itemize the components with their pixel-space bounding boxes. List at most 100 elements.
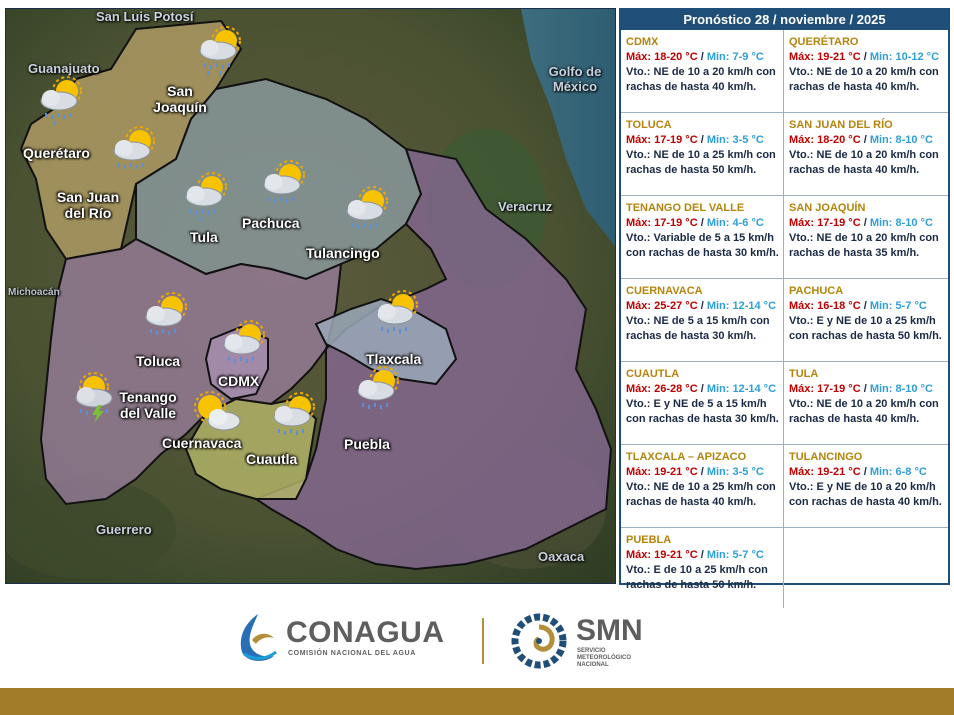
conagua-wordmark: CONAGUA bbox=[286, 616, 445, 649]
city-queretaro: Querétaro bbox=[23, 145, 90, 161]
temp-separator: / bbox=[860, 383, 870, 395]
forecast-wind: Vto.: NE de 10 a 20 km/h con rachas de h… bbox=[789, 398, 939, 425]
cloud-sun-rain-icon bbox=[376, 290, 418, 333]
forecast-panel: Pronóstico 28 / noviembre / 2025 CDMX Máx… bbox=[619, 8, 950, 608]
forecast-min-temp: Min: 5-7 °C bbox=[706, 549, 764, 561]
smn-subtitle: SERVICIO METEOROLÓGICO NACIONAL bbox=[577, 648, 631, 668]
forecast-city-name: SAN JOAQUÍN bbox=[789, 202, 866, 214]
forecast-wind: Vto.: NE de 5 a 15 km/h con rachas de ha… bbox=[626, 315, 770, 342]
forecast-max-temp: Máx: 17-19 °C bbox=[789, 383, 861, 395]
forecast-cell: QUERÉTARO Máx: 19-21 °C / Min: 10-12 °C Vt… bbox=[784, 30, 947, 112]
forecast-max-temp: Máx: 19-21 °C bbox=[789, 466, 861, 478]
forecast-city-name: TOLUCA bbox=[626, 119, 672, 131]
forecast-grid: CDMX Máx: 18-20 °C / Min: 7-9 °C Vto.: NE … bbox=[621, 30, 948, 608]
smn-logo-icon bbox=[511, 613, 567, 669]
label-guerrero: Guerrero bbox=[96, 522, 152, 537]
forecast-cell: TULANCINGO Máx: 19-21 °C / Min: 6-8 °C Vto… bbox=[784, 445, 947, 527]
forecast-wind: Vto.: Variable de 5 a 15 km/h con rachas… bbox=[626, 232, 779, 259]
forecast-min-temp: Min: 12-14 °C bbox=[706, 300, 777, 312]
temp-separator: / bbox=[860, 217, 870, 229]
forecast-min-temp: Min: 10-12 °C bbox=[869, 51, 940, 63]
label-san-luis-potosi: San Luis Potosí bbox=[96, 9, 194, 24]
forecast-city-name: CUERNAVACA bbox=[626, 285, 703, 297]
cloud-sun-rain-icon bbox=[357, 366, 399, 409]
temp-separator: / bbox=[697, 466, 707, 478]
forecast-city-name: SAN JUAN DEL RÍO bbox=[789, 119, 893, 131]
temp-separator: / bbox=[860, 134, 870, 146]
forecast-cell: CDMX Máx: 18-20 °C / Min: 7-9 °C Vto.: NE … bbox=[621, 30, 784, 112]
forecast-cell: SAN JUAN DEL RÍO Máx: 18-20 °C / Min: 8-1… bbox=[784, 113, 947, 195]
forecast-min-temp: Min: 6-8 °C bbox=[869, 466, 927, 478]
forecast-max-temp: Máx: 17-19 °C bbox=[789, 217, 861, 229]
forecast-min-temp: Min: 3-5 °C bbox=[706, 466, 764, 478]
partly-cloudy-icon bbox=[194, 391, 241, 431]
temp-separator: / bbox=[697, 383, 707, 395]
forecast-max-temp: Máx: 16-18 °C bbox=[789, 300, 861, 312]
forecast-max-temp: Máx: 17-19 °C bbox=[626, 217, 698, 229]
map-background bbox=[6, 9, 615, 583]
forecast-row: CUERNAVACA Máx: 25-27 °C / Min: 12-14 °C V… bbox=[621, 279, 948, 362]
label-golfo-de-mexico: Golfo de México bbox=[548, 64, 602, 94]
city-pachuca: Pachuca bbox=[242, 215, 300, 231]
logo-divider bbox=[482, 618, 484, 664]
forecast-wind: Vto.: NE de 10 a 25 km/h con rachas de h… bbox=[626, 481, 776, 508]
forecast-city-name: TENANGO DEL VALLE bbox=[626, 202, 745, 214]
forecast-max-temp: Máx: 19-21 °C bbox=[789, 51, 861, 63]
forecast-max-temp: Máx: 19-21 °C bbox=[626, 466, 698, 478]
label-veracruz: Veracruz bbox=[498, 199, 553, 214]
forecast-row: PUEBLA Máx: 19-21 °C / Min: 5-7 °C Vto.: E… bbox=[621, 528, 948, 608]
forecast-cell: TULA Máx: 17-19 °C / Min: 8-10 °C Vto.: NE… bbox=[784, 362, 947, 444]
cloud-sun-rain-icon bbox=[145, 292, 187, 335]
temp-separator: / bbox=[697, 51, 707, 63]
smn-wordmark: SMN bbox=[576, 614, 643, 647]
city-tulancingo: Tulancingo bbox=[306, 245, 380, 261]
forecast-min-temp: Min: 8-10 °C bbox=[869, 217, 933, 229]
forecast-city-name: PUEBLA bbox=[626, 534, 672, 546]
forecast-row: CUAUTLA Máx: 26-28 °C / Min: 12-14 °C Vto.… bbox=[621, 362, 948, 445]
forecast-wind: Vto.: NE de 10 a 20 km/h con rachas de h… bbox=[626, 66, 776, 93]
temp-separator: / bbox=[860, 466, 870, 478]
label-oaxaca: Oaxaca bbox=[538, 549, 585, 564]
forecast-wind: Vto.: E de 10 a 25 km/h con rachas de ha… bbox=[626, 564, 768, 591]
forecast-city-name: PACHUCA bbox=[789, 285, 844, 297]
forecast-max-temp: Máx: 19-21 °C bbox=[626, 549, 698, 561]
city-cdmx: CDMX bbox=[218, 373, 260, 389]
forecast-cell: TENANGO DEL VALLE Máx: 17-19 °C / Min: 4-… bbox=[621, 196, 784, 278]
forecast-wind: Vto.: NE de 10 a 20 km/h con rachas de h… bbox=[789, 149, 939, 176]
forecast-wind: Vto.: NE de 10 a 20 km/h con rachas de h… bbox=[789, 66, 939, 93]
cloud-sun-rain-icon bbox=[185, 172, 227, 221]
city-cuautla: Cuautla bbox=[246, 451, 298, 467]
cloud-sun-rain-icon bbox=[273, 392, 315, 435]
forecast-city-name: TULANCINGO bbox=[789, 451, 863, 463]
forecast-max-temp: Máx: 25-27 °C bbox=[626, 300, 698, 312]
forecast-city-name: QUERÉTARO bbox=[789, 36, 859, 48]
forecast-row: TOLUCA Máx: 17-19 °C / Min: 3-5 °C Vto.: N… bbox=[621, 113, 948, 196]
forecast-city-name: TLAXCALA – APIZACO bbox=[626, 451, 747, 463]
forecast-min-temp: Min: 7-9 °C bbox=[706, 51, 764, 63]
temp-separator: / bbox=[697, 217, 707, 229]
conagua-logo-icon bbox=[240, 614, 277, 661]
forecast-row: TLAXCALA – APIZACO Máx: 19-21 °C / Min: 3… bbox=[621, 445, 948, 528]
forecast-max-temp: Máx: 17-19 °C bbox=[626, 134, 698, 146]
forecast-wind: Vto.: NE de 10 a 25 km/h con rachas de h… bbox=[626, 149, 776, 176]
forecast-row: TENANGO DEL VALLE Máx: 17-19 °C / Min: 4-… bbox=[621, 196, 948, 279]
forecast-min-temp: Min: 4-6 °C bbox=[706, 217, 764, 229]
city-tula: Tula bbox=[190, 229, 218, 245]
bottom-bar bbox=[0, 688, 954, 715]
conagua-subtitle: COMISIÓN NACIONAL DEL AGUA bbox=[288, 650, 416, 657]
city-san-juan-del-rio: San Juan del Río bbox=[56, 189, 120, 221]
forecast-row: CDMX Máx: 18-20 °C / Min: 7-9 °C Vto.: NE … bbox=[621, 30, 948, 113]
temp-separator: / bbox=[860, 300, 870, 312]
forecast-min-temp: Min: 8-10 °C bbox=[869, 383, 933, 395]
cloud-sun-rain-icon bbox=[223, 320, 265, 363]
forecast-cell: TOLUCA Máx: 17-19 °C / Min: 3-5 °C Vto.: N… bbox=[621, 113, 784, 195]
forecast-cell: CUERNAVACA Máx: 25-27 °C / Min: 12-14 °C V… bbox=[621, 279, 784, 361]
temp-separator: / bbox=[697, 300, 707, 312]
forecast-min-temp: Min: 3-5 °C bbox=[706, 134, 764, 146]
forecast-wind: Vto.: NE de 10 a 20 km/h con rachas de h… bbox=[789, 232, 939, 259]
temp-separator: / bbox=[860, 51, 870, 63]
forecast-min-temp: Min: 12-14 °C bbox=[706, 383, 777, 395]
forecast-city-name: CDMX bbox=[626, 36, 659, 48]
forecast-max-temp: Máx: 18-20 °C bbox=[789, 134, 861, 146]
city-puebla: Puebla bbox=[344, 436, 390, 452]
